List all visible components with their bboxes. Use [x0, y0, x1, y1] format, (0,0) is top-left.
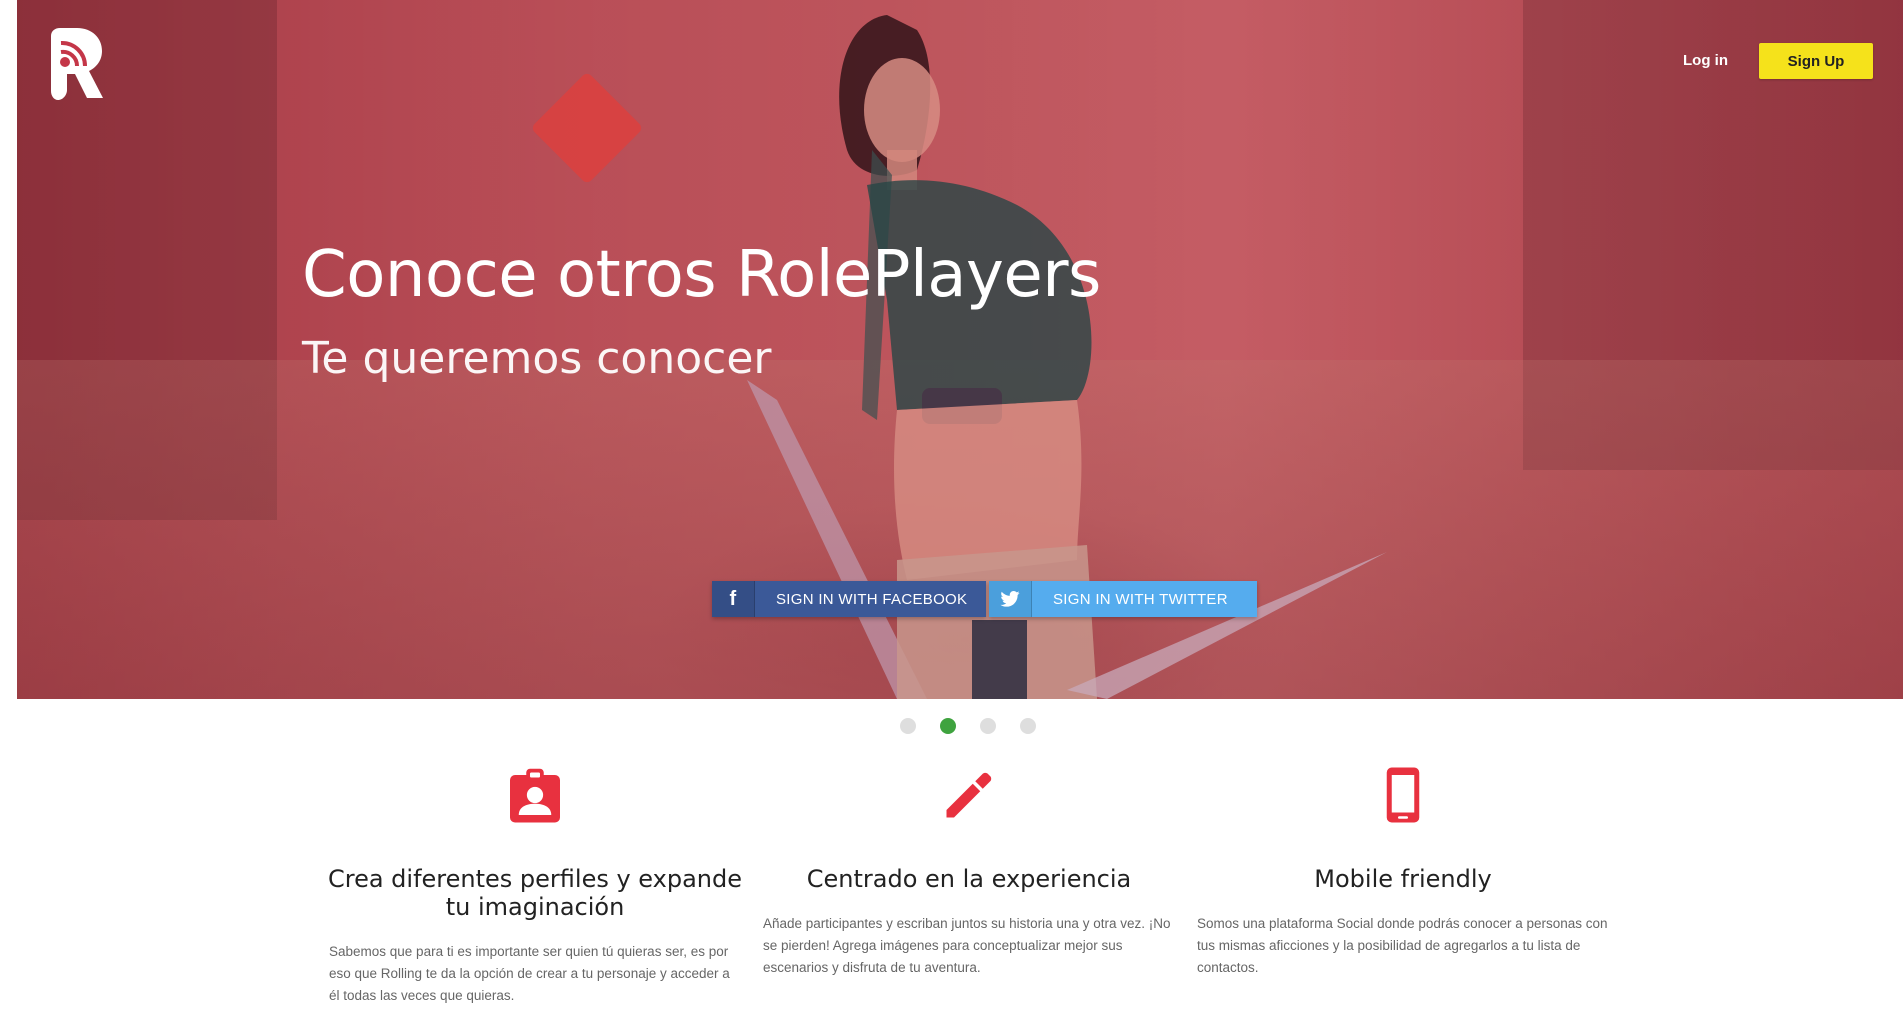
feature-description: Somos una plataforma Social donde podrás…: [1197, 916, 1608, 975]
facebook-signin-button[interactable]: f SIGN IN WITH FACEBOOK: [712, 581, 986, 617]
feature-profiles: Crea diferentes perfiles y expande tu im…: [325, 765, 745, 1007]
signup-button[interactable]: Sign Up: [1759, 43, 1873, 79]
hero-subtitle: Te queremos conocer: [302, 333, 772, 384]
feature-mobile: Mobile friendly Somos una plataforma Soc…: [1193, 765, 1613, 979]
twitter-icon: [989, 581, 1032, 617]
smartphone-icon: [1386, 767, 1420, 823]
carousel-dot[interactable]: [980, 718, 996, 734]
feature-title: Crea diferentes perfiles y expande tu im…: [327, 865, 743, 921]
rolling-logo[interactable]: [47, 28, 105, 100]
feature-title: Centrado en la experiencia: [806, 865, 1132, 893]
login-link[interactable]: Log in: [1683, 46, 1728, 76]
carousel-dot-active[interactable]: [940, 718, 956, 734]
contact-badge-icon: [510, 768, 560, 823]
facebook-icon: f: [712, 581, 755, 617]
feature-description: Añade participantes y escriban juntos su…: [763, 916, 1171, 975]
feature-description: Sabemos que para ti es importante ser qu…: [329, 944, 730, 1003]
feature-title: Mobile friendly: [1314, 865, 1492, 893]
twitter-signin-label: SIGN IN WITH TWITTER: [1053, 590, 1228, 608]
carousel-dot[interactable]: [900, 718, 916, 734]
pencil-icon: [946, 772, 992, 818]
feature-experience: Centrado en la experiencia Añade partici…: [759, 765, 1179, 979]
page-margin: [0, 0, 17, 1028]
facebook-signin-label: SIGN IN WITH FACEBOOK: [776, 590, 968, 608]
carousel-dots: [900, 718, 1036, 734]
twitter-signin-button[interactable]: SIGN IN WITH TWITTER: [989, 581, 1257, 617]
hero-title: Conoce otros RolePlayers: [302, 238, 1101, 312]
carousel-dot[interactable]: [1020, 718, 1036, 734]
hero-banner: Log in Sign Up Conoce otros RolePlayers …: [17, 0, 1903, 699]
